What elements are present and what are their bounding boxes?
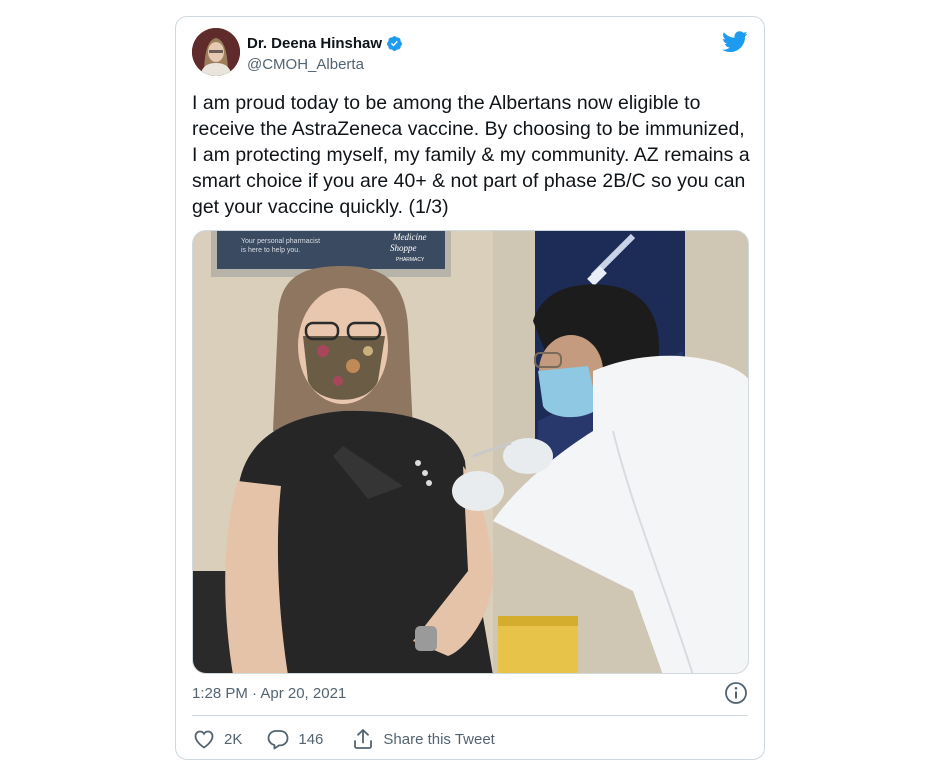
tweet-timestamp[interactable]: 1:28 PM · Apr 20, 2021	[192, 685, 346, 702]
tweet-text: I am proud today to be among the Alberta…	[192, 92, 750, 218]
reply-count: 146	[298, 730, 324, 748]
twitter-bird-icon[interactable]	[722, 31, 748, 53]
sign-line-1: Your personal pharmacist	[241, 238, 320, 245]
tweet-card: Dr. Deena Hinshaw @CMOH_Alberta I am pro…	[175, 16, 765, 760]
share-label: Share this Tweet	[383, 730, 495, 748]
action-bar: 2K 146 Share this Tweet	[192, 724, 495, 754]
author-block: Dr. Deena Hinshaw @CMOH_Alberta	[247, 35, 403, 73]
author-name-row: Dr. Deena Hinshaw	[247, 35, 403, 52]
avatar-image	[192, 28, 240, 76]
author-name[interactable]: Dr. Deena Hinshaw	[247, 35, 382, 52]
sign-brand-3: PHARMACY	[396, 257, 425, 263]
sign-brand-1: Medicine	[392, 232, 426, 242]
avatar[interactable]	[192, 28, 240, 76]
tweet-photo[interactable]: Your personal pharmacist is here to help…	[192, 230, 749, 674]
share-button[interactable]: Share this Tweet	[351, 727, 495, 751]
author-handle[interactable]: @CMOH_Alberta	[247, 56, 403, 73]
sign-line-2: is here to help you.	[241, 247, 300, 254]
reply-bubble-icon	[267, 730, 289, 750]
share-upload-icon	[354, 729, 373, 749]
vaccination-photo: Your personal pharmacist is here to help…	[193, 231, 748, 673]
info-icon[interactable]	[724, 681, 748, 705]
reply-button[interactable]: 146	[266, 727, 323, 751]
heart-icon	[194, 730, 214, 749]
like-button[interactable]: 2K	[192, 727, 242, 751]
divider	[192, 715, 748, 716]
sign-brand-2: Shoppe	[390, 243, 417, 253]
verified-badge-icon	[387, 36, 402, 51]
like-count: 2K	[224, 730, 243, 748]
